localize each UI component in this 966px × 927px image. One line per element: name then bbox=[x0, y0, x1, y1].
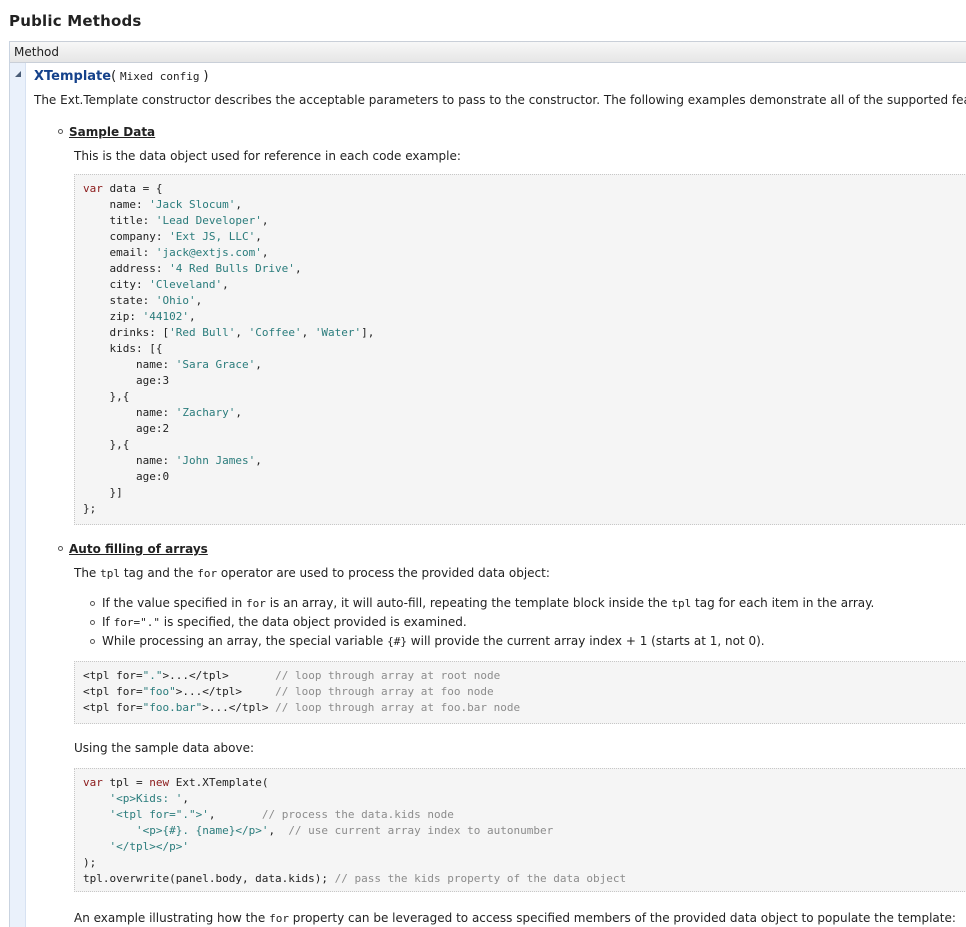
sample-code-line: age:0 bbox=[83, 470, 170, 483]
method-description: The Ext.Template constructor describes t… bbox=[34, 93, 966, 107]
sample-data-intro: This is the data object used for referen… bbox=[74, 149, 461, 163]
tpl-code-line: <tpl for="foo">...</tpl> // loop through… bbox=[83, 685, 494, 698]
sample-code-line: },{ bbox=[83, 390, 130, 403]
circle-bullet-icon bbox=[58, 546, 63, 551]
usage-code-line: ); bbox=[83, 856, 97, 869]
sample-code-line: state: 'Ohio', bbox=[83, 294, 203, 307]
api-doc-page: Public Methods Method XTemplate( Mixed c… bbox=[0, 0, 966, 927]
row-gutter bbox=[10, 63, 26, 927]
sample-code-line: },{ bbox=[83, 438, 130, 451]
sample-code-line: address: '4 Red Bulls Drive', bbox=[83, 262, 302, 275]
sample-code-line: drinks: ['Red Bull', 'Coffee', 'Water'], bbox=[83, 326, 375, 339]
close-paren: ) bbox=[203, 69, 209, 84]
list-item: While processing an array, the special v… bbox=[90, 632, 874, 651]
sample-data-heading: Sample Data bbox=[58, 125, 155, 139]
collapse-triangle-icon[interactable] bbox=[15, 71, 21, 77]
sample-code-line: email: 'jack@extjs.com', bbox=[83, 246, 269, 259]
sample-code-line: name: 'Zachary', bbox=[83, 406, 242, 419]
list-item: If for="." is specified, the data object… bbox=[90, 613, 874, 632]
method-params: Mixed config bbox=[120, 70, 200, 83]
sample-code-line: company: 'Ext JS, LLC', bbox=[83, 230, 262, 243]
sample-code-line: kids: [{ bbox=[83, 342, 163, 355]
sample-data-label: Sample Data bbox=[69, 125, 156, 139]
usage-code-line: var tpl = new Ext.XTemplate( bbox=[83, 776, 269, 789]
usage-code-line: '<p>{#}. {name}</p>', // use current arr… bbox=[135, 824, 554, 837]
auto-filling-intro: The tpl tag and the for operator are use… bbox=[74, 566, 550, 580]
sample-code-line: name: 'John James', bbox=[83, 454, 262, 467]
example-text: An example illustrating how the for prop… bbox=[74, 911, 956, 925]
usage-code-line: '<p>Kids: ', bbox=[109, 792, 189, 805]
tpl-loop-code-block: <tpl for=".">...</tpl> // loop through a… bbox=[74, 661, 966, 724]
sample-data-code-block: var data = { name: 'Jack Slocum', title:… bbox=[74, 174, 966, 525]
circle-bullet-icon bbox=[90, 639, 95, 644]
method-signature: XTemplate( Mixed config ) bbox=[34, 69, 208, 84]
using-sample-text: Using the sample data above: bbox=[74, 741, 255, 755]
list-item: If the value specified in for is an arra… bbox=[90, 594, 874, 613]
circle-bullet-icon bbox=[90, 601, 95, 606]
sample-code-line: }] bbox=[83, 486, 123, 499]
usage-code-block: var tpl = new Ext.XTemplate( '<p>Kids: '… bbox=[74, 768, 966, 892]
sample-code-line: name: 'Sara Grace', bbox=[83, 358, 262, 371]
sample-code-line: age:2 bbox=[83, 422, 170, 435]
auto-filling-heading: Auto filling of arrays bbox=[58, 542, 208, 556]
table-header-method[interactable]: Method bbox=[10, 41, 966, 63]
sample-code-line: }; bbox=[83, 502, 97, 515]
tpl-code-line: <tpl for=".">...</tpl> // loop through a… bbox=[83, 669, 501, 682]
circle-bullet-icon bbox=[58, 129, 63, 134]
methods-table: Method XTemplate( Mixed config ) The Ext… bbox=[9, 41, 966, 927]
sample-code-line: age:3 bbox=[83, 374, 170, 387]
usage-code-line: '</tpl></p>' bbox=[109, 840, 189, 853]
auto-filling-label: Auto filling of arrays bbox=[69, 542, 208, 556]
tpl-code-line: <tpl for="foo.bar">...</tpl> // loop thr… bbox=[83, 701, 521, 714]
circle-bullet-icon bbox=[90, 620, 95, 625]
section-title: Public Methods bbox=[9, 12, 142, 30]
sample-code-line: name: 'Jack Slocum', bbox=[83, 198, 242, 211]
usage-code-line: '<tpl for=".">', // process the data.kid… bbox=[109, 808, 454, 821]
open-paren: ( bbox=[111, 69, 117, 84]
sample-code-line: title: 'Lead Developer', bbox=[83, 214, 269, 227]
method-name-link[interactable]: XTemplate bbox=[34, 69, 111, 84]
sample-code-line: var data = { bbox=[83, 182, 163, 195]
sample-code-line: city: 'Cleveland', bbox=[83, 278, 229, 291]
auto-filling-list: If the value specified in for is an arra… bbox=[90, 594, 874, 651]
sample-code-line: zip: '44102', bbox=[83, 310, 196, 323]
usage-code-line: tpl.overwrite(panel.body, data.kids); //… bbox=[83, 872, 627, 885]
